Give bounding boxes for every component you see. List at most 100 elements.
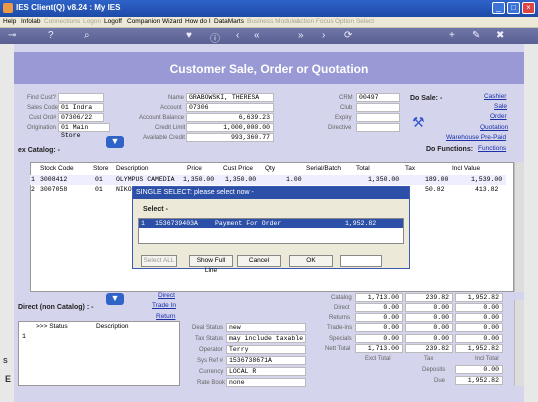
info-icon[interactable]: ⓘ	[210, 30, 220, 45]
club-field[interactable]	[356, 103, 400, 112]
total-tax: 0.00	[405, 334, 453, 343]
menu-option-select[interactable]: Option Select	[335, 18, 374, 25]
next-icon[interactable]: ›	[322, 30, 325, 41]
col-tax[interactable]: Tax	[405, 165, 415, 172]
col-serial-batch[interactable]: Serial/Batch	[306, 165, 341, 172]
warehouse-prepaid-link[interactable]: Warehouse Pre-Paid	[446, 134, 506, 141]
origination-label: Origination	[27, 125, 57, 131]
deposits-field: 0.00	[455, 365, 503, 374]
col-incl-value[interactable]: Incl Value	[452, 165, 480, 172]
cancel-button[interactable]: Cancel	[237, 255, 281, 267]
totals-label: Nett Total	[325, 346, 351, 352]
down-arrow-icon[interactable]: ▼	[106, 293, 124, 305]
functions-link[interactable]: Functions	[478, 145, 506, 152]
cell-desc: OLYMPUS CAMEDIA	[116, 176, 175, 183]
rewind-icon[interactable]: «	[254, 30, 260, 41]
show-full-line-button[interactable]: Show Full Line	[189, 255, 233, 274]
col-total[interactable]: Total	[356, 165, 370, 172]
col-qty[interactable]: Qty	[265, 165, 275, 172]
menu-connections[interactable]: Connections	[44, 18, 80, 25]
refresh-icon[interactable]: ⟳	[344, 30, 352, 41]
down-arrow-icon[interactable]: ▼	[106, 136, 124, 148]
cashier-link[interactable]: Cashier	[484, 93, 506, 100]
crm-field[interactable]: 00497	[356, 93, 400, 102]
available-credit-field: 993,360.77	[186, 133, 274, 142]
key-icon[interactable]: ⊸	[8, 30, 16, 41]
origination-field[interactable]: 01 Main Store	[58, 123, 110, 139]
do-functions-label: Do Functions:	[426, 146, 474, 153]
heart-icon[interactable]: ♥	[186, 30, 192, 41]
dialog-input[interactable]	[340, 255, 382, 267]
total-tax: 0.00	[405, 313, 453, 322]
menu-datamarts[interactable]: DataMarts	[214, 18, 244, 25]
menu-wizard[interactable]: Wizard	[162, 18, 182, 25]
help-icon[interactable]: ?	[48, 30, 54, 41]
item-desc: Payment For Order	[215, 220, 282, 227]
bottom-scrollbar[interactable]	[514, 300, 524, 386]
currency-label: Currency	[199, 369, 224, 375]
row-number: 1	[31, 176, 35, 183]
deal-status-label: Deal Status	[192, 325, 224, 331]
totals-label: Trade-ins	[327, 325, 353, 331]
close-button[interactable]: ×	[522, 2, 535, 14]
credit-limit-label: Credit Limit	[155, 125, 186, 131]
return-link[interactable]: Return	[156, 313, 176, 320]
trade-in-link[interactable]: Trade In	[152, 302, 176, 309]
account-balance-label: Account Balance	[139, 115, 185, 121]
order-link[interactable]: Order	[490, 113, 507, 120]
account-field[interactable]: 07306	[186, 103, 274, 112]
directive-field[interactable]	[356, 123, 400, 132]
ok-button[interactable]: OK	[289, 255, 333, 267]
menu-companion[interactable]: Companion	[127, 18, 160, 25]
expiry-field[interactable]	[356, 113, 400, 122]
operator-label: Operator	[199, 347, 223, 353]
direct-grid	[18, 321, 180, 386]
tools-icon[interactable]: ⚒	[412, 114, 425, 131]
total-excl: 1,713.00	[355, 344, 403, 353]
sales-code-field[interactable]: 01 Indra	[58, 103, 104, 112]
total-incl: 0.00	[455, 313, 503, 322]
cell-cust-price: 1,350.00	[225, 176, 257, 183]
direct-link[interactable]: Direct	[158, 292, 175, 299]
total-incl: 1,952.82	[455, 293, 503, 302]
minimize-button[interactable]: _	[492, 2, 505, 14]
dialog-title: SINGLE SELECT: please select now -	[133, 187, 409, 199]
col-cust-price[interactable]: Cust Price	[223, 165, 253, 172]
search-icon[interactable]: ⌕	[84, 30, 90, 41]
forward-icon[interactable]: »	[298, 30, 304, 41]
col-status[interactable]: >>> Status	[36, 323, 68, 330]
edit-icon[interactable]: ✎	[472, 30, 480, 41]
row-number: 1	[22, 333, 26, 340]
back-icon[interactable]: ‹	[236, 30, 239, 41]
menu-logon[interactable]: Logon	[83, 18, 101, 25]
cell-qty: 1.00	[286, 176, 302, 183]
menu-logoff[interactable]: Logoff	[104, 18, 122, 25]
grid-scrollbar[interactable]	[514, 162, 524, 292]
col-description[interactable]: Description	[116, 165, 149, 172]
dialog-heading: Select -	[143, 206, 168, 213]
add-icon[interactable]: +	[449, 30, 455, 41]
col-price[interactable]: Price	[187, 165, 202, 172]
col-store[interactable]: Store	[93, 165, 109, 172]
menu-help[interactable]: Help	[3, 18, 16, 25]
side-letter-e: E	[5, 374, 12, 384]
cell-stock: 3008412	[40, 176, 68, 183]
cust-ord-field[interactable]: 07306/22	[58, 113, 104, 122]
menu-business-modules[interactable]: Business Modules	[247, 18, 300, 25]
menu-action-focus[interactable]: Action Focus	[296, 18, 334, 25]
col-description[interactable]: Description	[96, 323, 129, 330]
menu-how-do-i[interactable]: How do I	[185, 18, 211, 25]
total-excl: 0.00	[355, 303, 403, 312]
delete-icon[interactable]: ✖	[496, 30, 504, 41]
direct-label: Direct (non Catalog) : -	[18, 304, 94, 311]
find-cust-input[interactable]	[58, 93, 104, 102]
col-stock-code[interactable]: Stock Code	[40, 165, 74, 172]
maximize-button[interactable]: □	[507, 2, 520, 14]
quotation-link[interactable]: Quotation	[480, 124, 508, 131]
totals-label: Specials	[329, 336, 352, 342]
total-excl: 1,713.00	[355, 293, 403, 302]
select-all-button[interactable]: Select ALL	[141, 255, 177, 267]
menu-infolab[interactable]: Infolab	[21, 18, 41, 25]
name-field[interactable]: GRABOWSKI, THERESA	[186, 93, 274, 102]
sale-link[interactable]: Sale	[494, 103, 507, 110]
